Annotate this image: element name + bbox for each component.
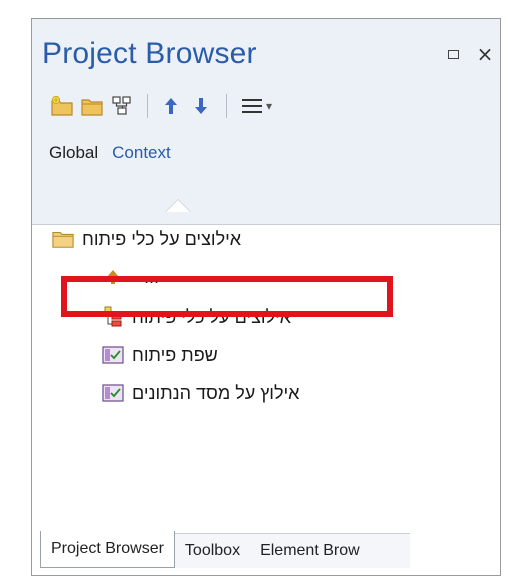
active-tab-indicator [165, 199, 191, 212]
panel-header: Project Browser × ▾ Global Context [32, 19, 500, 225]
project-browser-panel: Project Browser × ▾ Global Context אילוצ… [31, 18, 501, 576]
tree-item-label: ... [144, 266, 160, 287]
close-button[interactable]: × [474, 42, 496, 66]
menu-icon [241, 99, 262, 113]
diagram-icon [112, 96, 131, 115]
bottom-tab-strip: Project Browser Toolbox Element Brow [40, 531, 411, 568]
folder-icon [52, 232, 74, 248]
tab-context[interactable]: Context [112, 143, 171, 163]
diagram-button[interactable] [108, 92, 136, 120]
move-down-button[interactable] [187, 92, 215, 120]
tree-root-package[interactable]: אילוצים על כלי פיתוח [52, 225, 241, 253]
maximize-button[interactable] [442, 43, 464, 65]
tree-item-label: אילוצים על כלי פיתוח [132, 306, 292, 327]
menu-caret-icon: ▾ [265, 99, 273, 113]
tree-item-parent[interactable]: ... [102, 263, 159, 291]
move-down-icon [195, 98, 207, 114]
maximize-icon [447, 49, 459, 59]
tree-item-label: אילוץ על מסד הנתונים [132, 382, 300, 403]
toolbar-separator [147, 94, 148, 118]
folder-button[interactable] [78, 92, 106, 120]
constraint-element-icon [102, 384, 124, 402]
menu-button[interactable]: ▾ [236, 92, 276, 120]
project-tree: אילוצים על כלי פיתוח ... אילוצים על כלי … [32, 225, 500, 515]
toolbar: ▾ [48, 91, 278, 121]
folder-icon [81, 99, 103, 116]
package-diagram-icon [104, 306, 122, 327]
tab-element-browser[interactable]: Element Brow [250, 533, 411, 568]
new-package-icon [51, 95, 73, 116]
tab-toolbox[interactable]: Toolbox [174, 533, 251, 568]
constraint-element-icon [102, 346, 124, 364]
panel-title: Project Browser [42, 37, 257, 70]
tab-project-browser[interactable]: Project Browser [40, 531, 175, 568]
tree-item-element[interactable]: אילוץ על מסד הנתונים [102, 379, 299, 407]
toolbar-separator [226, 94, 227, 118]
view-tabs: Global Context [49, 143, 171, 163]
move-up-button[interactable] [157, 92, 185, 120]
tab-global[interactable]: Global [49, 143, 98, 163]
tree-item-package[interactable]: אילוצים על כלי פיתוח [102, 303, 291, 331]
tree-item-label: אילוצים על כלי פיתוח [82, 228, 242, 249]
tree-item-element[interactable]: שפת פיתוח [102, 341, 218, 369]
new-package-button[interactable] [48, 92, 76, 120]
up-arrow-icon [107, 270, 119, 284]
move-up-icon [165, 98, 177, 114]
tree-item-label: שפת פיתוח [132, 344, 218, 365]
